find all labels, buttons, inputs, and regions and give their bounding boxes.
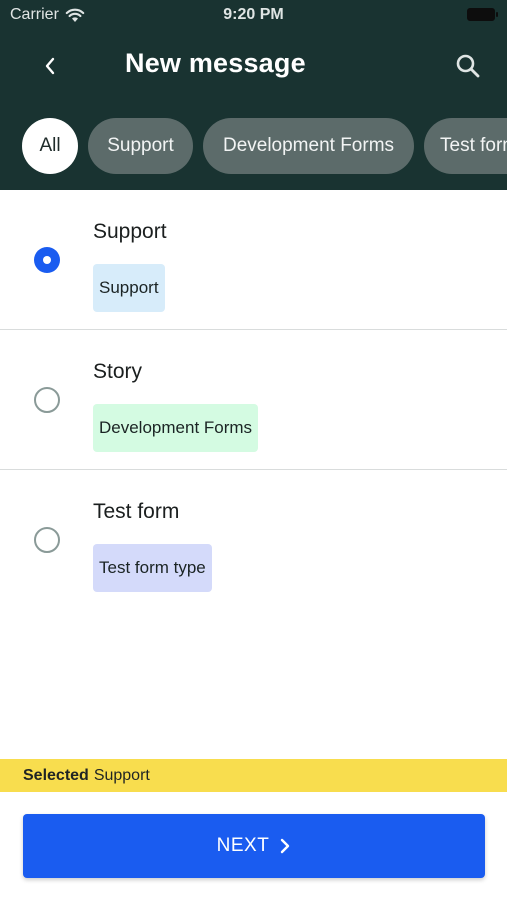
header: Carrier 9:20 PM New message All Support … (0, 0, 507, 190)
form-title: Story (93, 360, 143, 383)
list-item[interactable]: Story Development Forms (0, 330, 507, 470)
radio-button[interactable] (34, 527, 60, 553)
filter-chip-test-form[interactable]: Test form (424, 118, 507, 174)
filter-chip-label: Development Forms (222, 135, 395, 156)
radio-button-selected[interactable] (34, 247, 60, 273)
nav-bar: New message (0, 38, 507, 94)
filter-chip-label: Test form (440, 135, 507, 156)
chevron-right-icon (281, 838, 290, 854)
radio-button[interactable] (34, 387, 60, 413)
status-bar: Carrier 9:20 PM (0, 0, 507, 30)
chevron-left-icon (45, 57, 55, 75)
filter-chips: All Support Development Forms Test form (0, 118, 507, 176)
selection-value: Support (93, 766, 150, 784)
status-time: 9:20 PM (223, 6, 284, 23)
filter-chip-development-forms[interactable]: Development Forms (203, 118, 414, 174)
next-button-label: NEXT (216, 835, 270, 856)
filter-chip-support[interactable]: Support (88, 118, 193, 174)
search-button[interactable] (448, 46, 488, 86)
form-title: Test form (93, 500, 180, 523)
search-icon (456, 54, 480, 78)
selection-summary: Selected Support (0, 759, 507, 792)
new-message-screen: Carrier 9:20 PM New message All Support … (0, 0, 507, 900)
form-type-tag: Test form type (93, 544, 212, 592)
list-item[interactable]: Support Support (0, 190, 507, 330)
page-title: New message (125, 48, 306, 78)
selection-label: Selected (23, 766, 89, 784)
next-button[interactable]: NEXT (23, 814, 485, 878)
form-type-tag: Development Forms (93, 404, 259, 452)
filter-chip-label: Support (107, 135, 174, 156)
form-title: Support (93, 220, 167, 243)
back-button[interactable] (30, 46, 70, 86)
filter-chip-label: All (39, 135, 61, 156)
form-list: Support Support Story Development Forms … (0, 190, 507, 610)
battery-icon (467, 8, 498, 21)
form-type-tag: Support (93, 264, 165, 312)
filter-chip-all[interactable]: All (22, 118, 78, 174)
list-item[interactable]: Test form Test form type (0, 470, 507, 610)
